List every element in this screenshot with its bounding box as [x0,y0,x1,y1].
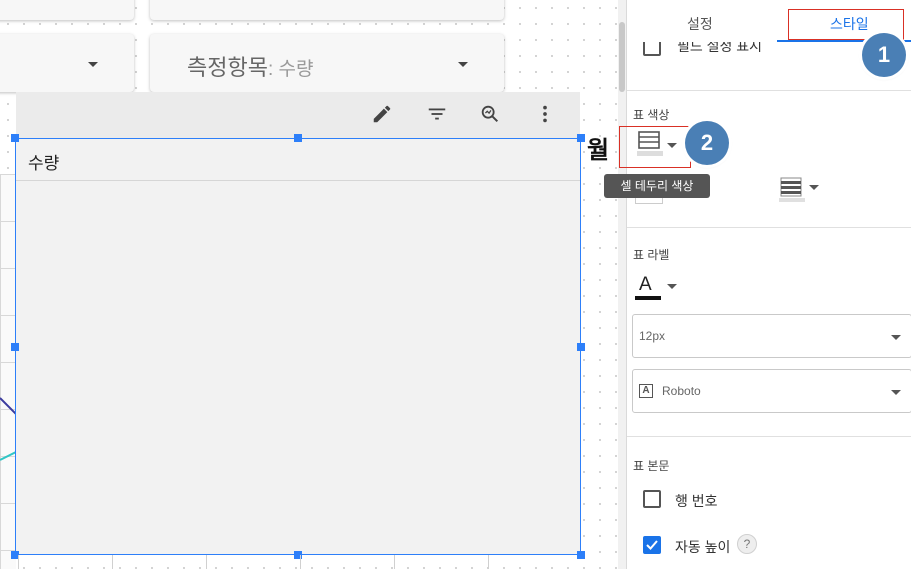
table-colors-title: 표 색상 [633,108,670,122]
row-numbers-checkbox[interactable] [643,490,661,508]
chart-grid-fragment [0,174,16,569]
chevron-down-icon [891,390,901,395]
control-card-top-right[interactable] [150,0,504,20]
show-field-settings-checkbox[interactable] [643,42,661,56]
text-color-swatch [635,296,661,300]
metric-control-label: 측정항목: 수량 [187,55,314,80]
edit-icon[interactable] [368,100,396,128]
font-size-value: 12px [639,329,666,343]
chart-lines-fragment [0,397,16,461]
resize-handle-ml[interactable] [11,343,19,351]
chevron-down-icon [891,335,901,340]
show-field-settings-label: 필드 설정 표시 [677,42,763,54]
auto-height-label: 자동 높이 [675,539,731,555]
text-color-icon: A [639,274,652,295]
chevron-down-icon [88,62,98,67]
font-color-picker[interactable]: A [633,274,683,302]
dropdown-control-1[interactable] [0,34,134,92]
chevron-down-icon [458,62,468,67]
dropdown-control-metric[interactable]: 측정항목: 수량 [150,34,504,92]
font-size-select[interactable]: 12px [632,314,911,358]
table-column-header[interactable]: 수량 [28,149,59,174]
resize-handle-tm[interactable] [294,134,302,142]
properties-panel: 설정 스타일 필드 설정 표시 표 색상 표 라벨 A 12px A Robot… [626,0,911,569]
font-family-value: Roboto [662,384,701,398]
table-body-title: 표 본문 [633,459,670,473]
resize-handle-tl[interactable] [11,134,19,142]
metric-control-value: : 수량 [267,59,314,80]
control-card-top-left[interactable] [0,0,134,20]
section-divider [627,90,911,91]
zoom-icon[interactable] [476,100,504,128]
resize-handle-mr[interactable] [577,343,585,351]
chevron-down-icon [809,185,819,190]
table-header-row: 수량 [16,139,580,181]
tooltip-cell-border-color: 셀 테두리 색상 [604,174,710,198]
help-icon[interactable]: ? [737,534,757,554]
font-family-select[interactable]: A Roboto [632,369,911,413]
row-numbers-label: 행 번호 [675,493,718,509]
canvas-scrollbar-thumb[interactable] [619,22,625,92]
resize-handle-tr[interactable] [577,134,585,142]
annotation-badge-1: 1 [862,33,906,77]
report-canvas[interactable]: 측정항목: 수량 수량 월 [0,0,618,569]
auto-height-checkbox[interactable] [643,536,661,554]
section-divider [627,436,911,437]
chart-grid-bottom [18,555,582,569]
tab-setup[interactable]: 설정 [687,14,713,34]
annotation-badge-2: 2 [685,121,729,165]
filter-icon[interactable] [423,100,451,128]
more-vert-icon[interactable] [531,100,559,128]
chart-partial-label: 월 [587,137,610,164]
highlight-border-color [619,126,691,168]
check-icon [646,540,658,550]
header-fill-icon [779,177,805,202]
table-component[interactable]: 수량 [15,138,581,555]
font-family-icon: A [639,384,653,398]
chevron-down-icon [667,284,677,289]
section-divider [627,227,911,228]
table-labels-title: 표 라벨 [633,248,670,262]
header-color-picker[interactable] [775,174,825,204]
